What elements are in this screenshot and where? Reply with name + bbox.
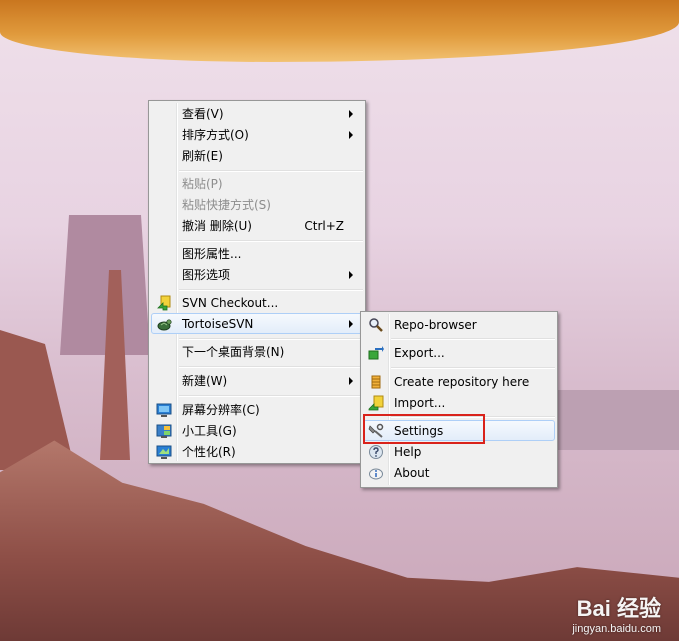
menu-separator bbox=[391, 338, 555, 340]
desktop-context-menu: 查看(V) 排序方式(O) 刷新(E) 粘贴(P) 粘贴快捷方式(S) 撤消 删… bbox=[148, 100, 366, 464]
menu-item-label: 图形属性... bbox=[182, 247, 242, 261]
submenu-item-import[interactable]: Import... bbox=[363, 392, 555, 413]
help-icon bbox=[369, 445, 383, 459]
wallpaper-mesa bbox=[60, 215, 150, 355]
gadgets-icon bbox=[156, 424, 172, 438]
menu-item-label: SVN Checkout... bbox=[182, 296, 279, 310]
submenu-arrow-icon bbox=[349, 131, 353, 139]
menu-item-paste-shortcut[interactable]: 粘贴快捷方式(S) bbox=[151, 194, 363, 215]
menu-separator bbox=[179, 240, 363, 242]
menu-item-view[interactable]: 查看(V) bbox=[151, 103, 363, 124]
submenu-arrow-icon bbox=[349, 271, 353, 279]
menu-separator bbox=[391, 367, 555, 369]
submenu-item-repo-browser[interactable]: Repo-browser bbox=[363, 314, 555, 335]
submenu-item-about[interactable]: About bbox=[363, 462, 555, 483]
menu-item-label: 新建(W) bbox=[182, 374, 228, 388]
submenu-arrow-icon bbox=[349, 110, 353, 118]
menu-item-graphics-properties[interactable]: 图形属性... bbox=[151, 243, 363, 264]
menu-item-tortoisesvn[interactable]: TortoiseSVN bbox=[151, 313, 363, 334]
menu-separator bbox=[179, 366, 363, 368]
svn-checkout-icon bbox=[157, 295, 171, 311]
menu-item-label: 粘贴快捷方式(S) bbox=[182, 198, 271, 212]
submenu-item-label: Help bbox=[394, 445, 422, 459]
menu-item-label: 小工具(G) bbox=[182, 424, 237, 438]
menu-separator bbox=[179, 289, 363, 291]
menu-item-label: 撤消 删除(U) bbox=[182, 219, 252, 233]
menu-item-label: 排序方式(O) bbox=[182, 128, 249, 142]
wallpaper-arch-rock bbox=[0, 0, 679, 62]
menu-separator bbox=[179, 170, 363, 172]
menu-item-refresh[interactable]: 刷新(E) bbox=[151, 145, 363, 166]
annotation-highlight-box bbox=[363, 414, 485, 444]
menu-item-svn-checkout[interactable]: SVN Checkout... bbox=[151, 292, 363, 313]
menu-separator bbox=[179, 338, 363, 340]
wallpaper-mesa bbox=[555, 390, 679, 450]
menu-item-label: TortoiseSVN bbox=[182, 317, 254, 331]
menu-item-label: 查看(V) bbox=[182, 107, 224, 121]
menu-item-label: 下一个桌面背景(N) bbox=[182, 345, 285, 359]
tortoisesvn-icon bbox=[157, 319, 172, 331]
watermark: Bai 经验 jingyan.baidu.com bbox=[572, 591, 661, 635]
watermark-url: jingyan.baidu.com bbox=[572, 623, 661, 635]
menu-item-next-desktop-background[interactable]: 下一个桌面背景(N) bbox=[151, 341, 363, 362]
submenu-item-export[interactable]: Export... bbox=[363, 342, 555, 363]
submenu-item-create-repository[interactable]: Create repository here bbox=[363, 371, 555, 392]
submenu-item-label: Import... bbox=[394, 396, 446, 410]
menu-item-shortcut: Ctrl+Z bbox=[304, 219, 344, 233]
about-icon bbox=[369, 468, 383, 480]
export-icon bbox=[368, 346, 384, 360]
watermark-logo-text: Bai 经验 bbox=[576, 596, 661, 621]
submenu-arrow-icon bbox=[349, 320, 353, 328]
personalize-icon bbox=[156, 445, 172, 459]
menu-item-label: 粘贴(P) bbox=[182, 177, 223, 191]
screen-resolution-icon bbox=[156, 403, 172, 417]
menu-separator bbox=[179, 395, 363, 397]
submenu-arrow-icon bbox=[349, 377, 353, 385]
submenu-item-label: About bbox=[394, 466, 430, 480]
menu-item-label: 个性化(R) bbox=[182, 445, 236, 459]
menu-item-graphics-options[interactable]: 图形选项 bbox=[151, 264, 363, 285]
tortoisesvn-submenu: Repo-browser Export... Create repository… bbox=[360, 311, 558, 488]
menu-item-undo-delete[interactable]: 撤消 删除(U) Ctrl+Z bbox=[151, 215, 363, 236]
repo-browser-icon bbox=[369, 318, 383, 332]
menu-item-new[interactable]: 新建(W) bbox=[151, 370, 363, 391]
menu-item-paste[interactable]: 粘贴(P) bbox=[151, 173, 363, 194]
menu-item-sort-by[interactable]: 排序方式(O) bbox=[151, 124, 363, 145]
menu-item-gadgets[interactable]: 小工具(G) bbox=[151, 420, 363, 441]
submenu-item-label: Export... bbox=[394, 346, 445, 360]
import-icon bbox=[368, 395, 384, 411]
menu-item-label: 刷新(E) bbox=[182, 149, 223, 163]
submenu-item-help[interactable]: Help bbox=[363, 441, 555, 462]
menu-item-label: 屏幕分辨率(C) bbox=[182, 403, 260, 417]
menu-item-label: 图形选项 bbox=[182, 268, 231, 282]
submenu-item-label: Repo-browser bbox=[394, 318, 477, 332]
menu-item-screen-resolution[interactable]: 屏幕分辨率(C) bbox=[151, 399, 363, 420]
submenu-item-label: Create repository here bbox=[394, 375, 530, 389]
create-repository-icon bbox=[371, 375, 381, 389]
menu-item-personalize[interactable]: 个性化(R) bbox=[151, 441, 363, 462]
